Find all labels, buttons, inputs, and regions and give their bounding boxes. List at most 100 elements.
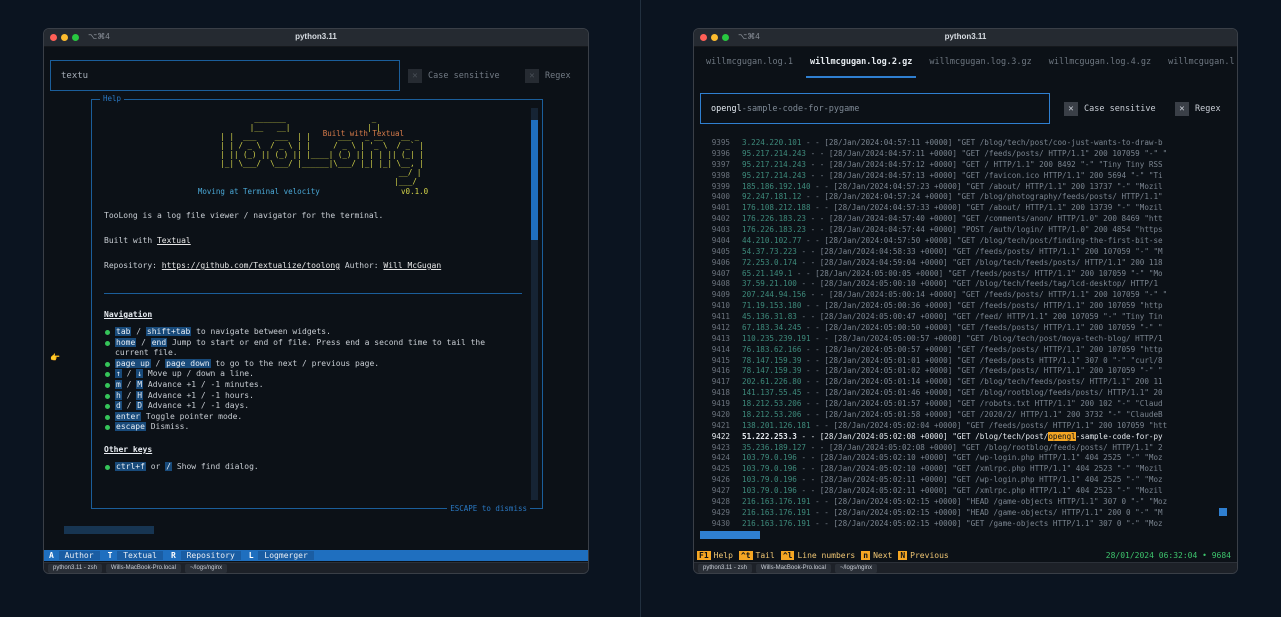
log-line[interactable]: 9415 78.147.159.39 - - [28/Jan/2024:05:01… — [694, 356, 1227, 367]
footer-label: Line numbers — [797, 551, 856, 560]
footer-binding[interactable]: R Repository — [171, 551, 241, 560]
log-ip: 95.217.214.243 — [742, 159, 807, 169]
footer-binding[interactable]: F1 Help — [697, 551, 739, 560]
footer-key: N — [898, 551, 908, 560]
help-scrollbar-thumb[interactable] — [531, 120, 538, 240]
key-description: Toggle pointer mode. — [141, 411, 243, 421]
log-line[interactable]: 9398 95.217.214.243 - - [28/Jan/2024:04:5… — [694, 171, 1227, 182]
log-line[interactable]: 9400 92.247.181.12 - - [28/Jan/2024:04:57… — [694, 192, 1227, 203]
regex-checkbox[interactable]: ✕ Regex — [525, 65, 571, 87]
horizontal-scrollbar[interactable] — [700, 531, 760, 539]
log-line[interactable]: 9413 110.235.239.191 - - [28/Jan/2024:05:… — [694, 334, 1227, 345]
status-tab[interactable]: ~/logs/nginx — [834, 563, 878, 573]
log-ip: 141.137.55.45 — [742, 388, 802, 398]
navigation-list: tab / shift+tab to navigate between widg… — [104, 327, 522, 433]
log-line[interactable]: 9414 76.183.62.166 - - [28/Jan/2024:05:00… — [694, 345, 1227, 356]
log-line[interactable]: 9411 45.136.31.83 - - [28/Jan/2024:05:00:… — [694, 312, 1227, 323]
footer-binding[interactable]: n Next — [861, 551, 898, 560]
log-ip: 216.163.176.191 — [742, 496, 811, 506]
line-number: 9429 — [711, 507, 730, 517]
status-tab[interactable]: ~/logs/nginx — [184, 563, 228, 573]
log-line[interactable]: 9421 138.201.126.181 - - [28/Jan/2024:05:… — [694, 421, 1227, 432]
footer-label: Logmerger — [258, 551, 314, 560]
log-line[interactable]: 9401 176.108.212.188 - - [28/Jan/2024:04:… — [694, 203, 1227, 214]
file-tab[interactable]: willmcgugan.log.2.gz — [810, 57, 912, 73]
log-ip: 37.59.21.100 — [742, 279, 797, 289]
log-line[interactable]: 9410 71.19.153.180 - - [28/Jan/2024:05:00… — [694, 301, 1227, 312]
log-ip: 78.147.159.39 — [742, 366, 802, 376]
timestamp-indicator: 28/01/2024 06:32:04 • 9684 — [1105, 551, 1231, 560]
log-line[interactable]: 9428 216.163.176.191 - - [28/Jan/2024:05:… — [694, 497, 1227, 508]
log-text: - - [28/Jan/2024:05:02:15 +0000] "HEAD /… — [810, 507, 1163, 517]
log-line[interactable]: 9427 103.79.0.196 - - [28/Jan/2024:05:02:… — [694, 486, 1227, 497]
status-tab[interactable]: Wills-MacBook-Pro.local — [755, 563, 831, 573]
repository-link[interactable]: https://github.com/Textualize/toolong — [162, 261, 340, 270]
log-line[interactable]: 9397 95.217.214.243 - - [28/Jan/2024:04:5… — [694, 160, 1227, 171]
log-line[interactable]: 9424 103.79.0.196 - - [28/Jan/2024:05:02:… — [694, 453, 1227, 464]
log-line[interactable]: 9419 18.212.53.206 - - [28/Jan/2024:05:01… — [694, 399, 1227, 410]
line-number: 9426 — [711, 475, 730, 485]
horizontal-scrollbar[interactable] — [64, 526, 154, 534]
help-list-item: ↑ / ↓ Move up / down a line. — [104, 369, 522, 380]
file-tab[interactable]: willmcgugan.log.1 — [706, 57, 793, 73]
log-line[interactable]: 9422 51.222.253.3 - - [28/Jan/2024:05:02:… — [694, 431, 1227, 443]
case-sensitive-checkbox[interactable]: ✕ Case sensitive — [1064, 98, 1156, 120]
find-input[interactable]: textu — [50, 60, 400, 91]
log-line[interactable]: 9409 207.244.94.156 - - [28/Jan/2024:05:0… — [694, 290, 1227, 301]
log-view[interactable]: 9395 3.224.220.101 - - [28/Jan/2024:04:57… — [694, 138, 1227, 530]
log-text: - - [28/Jan/2024:05:00:57 +0000] "GET /f… — [801, 344, 1163, 354]
footer-label: Help — [713, 551, 733, 560]
log-line[interactable]: 9430 216.163.176.191 - - [28/Jan/2024:05:… — [694, 519, 1227, 530]
author-link[interactable]: Will McGugan — [383, 261, 441, 270]
file-tab[interactable]: willmcgugan.l — [1168, 57, 1235, 73]
log-ip: 176.226.183.23 — [742, 214, 807, 224]
status-tab[interactable]: python3.11 - zsh — [48, 563, 102, 573]
regex-checkbox[interactable]: ✕ Regex — [1175, 98, 1221, 120]
line-number: 9410 — [711, 301, 730, 311]
log-line[interactable]: 9423 35.236.189.127 - - [28/Jan/2024:05:0… — [694, 443, 1227, 454]
line-number: 9423 — [711, 442, 730, 452]
footer-binding[interactable]: ^l Line numbers — [780, 551, 861, 560]
log-line[interactable]: 9404 44.210.102.77 - - [28/Jan/2024:04:57… — [694, 236, 1227, 247]
log-line[interactable]: 9416 78.147.159.39 - - [28/Jan/2024:05:01… — [694, 366, 1227, 377]
log-line[interactable]: 9408 37.59.21.100 - - [28/Jan/2024:05:00:… — [694, 279, 1227, 290]
find-input[interactable]: opengl-sample-code-for-pygame — [700, 93, 1050, 124]
log-line[interactable]: 9420 18.212.53.206 - - [28/Jan/2024:05:01… — [694, 410, 1227, 421]
case-sensitive-checkbox[interactable]: ✕ Case sensitive — [408, 65, 500, 87]
key-separator: / — [121, 401, 137, 411]
log-text: - - [28/Jan/2024:04:57:11 +0000] "GET /f… — [806, 148, 1168, 158]
log-line[interactable]: 9406 72.253.0.174 - - [28/Jan/2024:04:59:… — [694, 258, 1227, 269]
line-number: 9398 — [711, 170, 730, 180]
log-line[interactable]: 9426 103.79.0.196 - - [28/Jan/2024:05:02:… — [694, 475, 1227, 486]
file-tab[interactable]: willmcgugan.log.3.gz — [929, 57, 1031, 73]
footer-key: F1 — [697, 551, 711, 560]
built-with-line: Built with Textual — [104, 235, 522, 246]
log-line[interactable]: 9418 141.137.55.45 - - [28/Jan/2024:05:01… — [694, 388, 1227, 399]
escape-to-dismiss-hint[interactable]: ESCAPE to dismiss — [447, 504, 530, 513]
log-line[interactable]: 9429 216.163.176.191 - - [28/Jan/2024:05:… — [694, 508, 1227, 519]
log-line[interactable]: 9403 176.226.183.23 - - [28/Jan/2024:04:5… — [694, 225, 1227, 236]
log-ip: 35.236.189.127 — [742, 442, 807, 452]
line-number: 9402 — [711, 214, 730, 224]
log-line[interactable]: 9399 185.186.192.140 - - [28/Jan/2024:04:… — [694, 182, 1227, 193]
footer-binding[interactable]: N Previous — [898, 551, 954, 560]
log-line[interactable]: 9405 54.37.73.223 - - [28/Jan/2024:04:58:… — [694, 247, 1227, 258]
line-number: 9416 — [711, 366, 730, 376]
log-line[interactable]: 9425 103.79.0.196 - - [28/Jan/2024:05:02:… — [694, 464, 1227, 475]
log-line[interactable]: 9407 65.21.149.1 - - [28/Jan/2024:05:00:0… — [694, 269, 1227, 280]
log-line[interactable]: 9417 202.61.226.80 - - [28/Jan/2024:05:01… — [694, 377, 1227, 388]
line-number: 9403 — [711, 225, 730, 234]
footer-binding[interactable]: T Textual — [108, 551, 163, 560]
file-tab[interactable]: willmcgugan.log.4.gz — [1049, 57, 1151, 73]
line-number: 9404 — [711, 235, 730, 245]
log-line[interactable]: 9412 67.183.34.245 - - [28/Jan/2024:05:00… — [694, 323, 1227, 334]
log-line[interactable]: 9396 95.217.214.243 - - [28/Jan/2024:04:5… — [694, 149, 1227, 160]
footer-binding[interactable]: ^t Tail — [738, 551, 781, 560]
status-tab[interactable]: Wills-MacBook-Pro.local — [105, 563, 181, 573]
status-tab[interactable]: python3.11 - zsh — [698, 563, 752, 573]
log-line[interactable]: 9395 3.224.220.101 - - [28/Jan/2024:04:57… — [694, 138, 1227, 149]
footer-binding[interactable]: A Author — [49, 551, 100, 560]
footer-binding[interactable]: L Logmerger — [249, 551, 314, 560]
log-line[interactable]: 9402 176.226.183.23 - - [28/Jan/2024:04:5… — [694, 214, 1227, 225]
textual-link[interactable]: Textual — [157, 236, 191, 245]
